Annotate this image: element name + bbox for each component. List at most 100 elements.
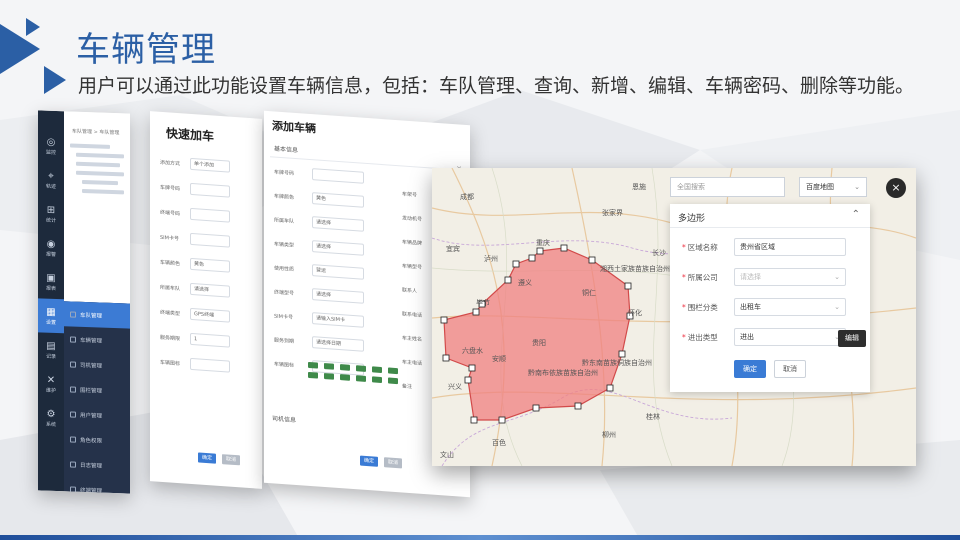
vertex-handle[interactable]	[472, 308, 480, 316]
sidebar-item[interactable]: ▣ 报表	[38, 264, 64, 299]
form-row: 服务期限 1	[160, 331, 230, 348]
polygon-form-row: * 围栏分类 出租车 ⌄	[682, 298, 846, 316]
target-icon: ◉	[46, 238, 56, 250]
car-icon[interactable]	[308, 361, 318, 369]
vertex-handle[interactable]	[532, 404, 540, 412]
field-label: * 所属公司	[682, 272, 718, 282]
menu-item[interactable]: 角色权限	[64, 426, 130, 453]
polygon-form-row: *进出类型 进出⌄	[682, 328, 846, 346]
field-input[interactable]: 请选择	[312, 288, 364, 304]
vertex-handle[interactable]	[574, 402, 582, 410]
map-type-select[interactable]: 百度地图 ⌄	[799, 177, 867, 197]
field-input[interactable]: 黄色	[312, 192, 364, 208]
map-place-label: 怀化	[628, 309, 642, 317]
vertex-handle[interactable]	[468, 364, 476, 372]
field-label: 所属车队	[160, 284, 181, 292]
geofence-map[interactable]: 成都 重庆 贵阳 长沙 张家界 铜仁 遵义 黔东南苗族侗族自治州 黔南布依族苗族自治州 湘西土家族…	[432, 168, 916, 466]
menu-item[interactable]: 终端管理	[64, 476, 130, 494]
document-icon: ▤	[46, 340, 56, 352]
field-input[interactable]: 请输入SIM卡	[312, 312, 364, 328]
form-row: 车辆类型 请选择	[274, 237, 364, 256]
vertex-handle[interactable]	[624, 282, 632, 290]
vertex-handle[interactable]	[618, 350, 626, 358]
field-label: 车牌颜色	[274, 192, 295, 201]
field-input[interactable]	[190, 232, 230, 248]
field-input[interactable]: 请选择	[190, 282, 230, 298]
sidebar-item-label: 报警	[45, 251, 56, 258]
field-select[interactable]: 进出⌄	[734, 328, 846, 346]
vertex-handle[interactable]	[498, 416, 506, 424]
field-input[interactable]	[190, 207, 230, 223]
route-icon: ⌖	[48, 170, 54, 182]
vertex-handle[interactable]	[606, 384, 614, 392]
menu-item[interactable]: 司机管理	[64, 351, 130, 378]
sidebar-item[interactable]: ◎ 监控	[38, 128, 64, 163]
vertex-handle[interactable]	[440, 316, 448, 324]
field-input[interactable]: 营运	[312, 264, 364, 280]
vertex-handle[interactable]	[464, 376, 472, 384]
field-input[interactable]: 黄色	[190, 257, 230, 273]
car-icon[interactable]	[308, 371, 318, 379]
confirm-button[interactable]: 确定	[734, 360, 766, 378]
menu-item[interactable]: 围栏管理	[64, 376, 130, 403]
close-icon[interactable]: ×	[886, 178, 906, 198]
map-search-input[interactable]: 全国搜索	[670, 177, 785, 197]
car-icon[interactable]	[372, 366, 382, 374]
form-row: 终端号码	[160, 206, 230, 223]
field-label: 终端类型	[160, 309, 181, 317]
field-input[interactable]: 请选择	[312, 216, 364, 232]
vertex-handle[interactable]	[470, 416, 478, 424]
vertex-handle[interactable]	[536, 247, 544, 255]
field-input[interactable]: 请选择日期	[312, 336, 364, 352]
field-input[interactable]	[312, 168, 364, 184]
field-input[interactable]: 请选择	[312, 240, 364, 256]
sidebar-item[interactable]: ▦ 设置	[38, 298, 64, 334]
sidebar-item[interactable]: ▤ 记录	[38, 332, 64, 367]
field-input[interactable]: GPS终端	[190, 307, 230, 323]
menu-item[interactable]: 车队管理	[64, 301, 130, 329]
cancel-button[interactable]: 取消	[222, 454, 240, 466]
field-input[interactable]	[190, 182, 230, 198]
sidebar-item[interactable]: ◉ 报警	[38, 230, 64, 265]
tree-item[interactable]	[70, 187, 124, 197]
vertex-handle[interactable]	[512, 260, 520, 268]
menu-item[interactable]: 用户管理	[64, 401, 130, 428]
chevron-down-icon: ⌄	[834, 303, 840, 311]
car-icon[interactable]	[388, 367, 398, 375]
vertex-handle[interactable]	[504, 276, 512, 284]
field-select[interactable]: 请选择 ⌄	[734, 268, 846, 286]
car-icon[interactable]	[356, 375, 366, 382]
field-input[interactable]: 贵州省区域	[734, 238, 846, 256]
car-icon[interactable]	[324, 372, 334, 380]
sidebar-item[interactable]: ⚙ 系统	[38, 400, 64, 435]
field-input[interactable]: 1	[190, 332, 230, 348]
cancel-button[interactable]: 取消	[384, 457, 402, 469]
vertex-handle[interactable]	[588, 256, 596, 264]
menu-item[interactable]: 车辆管理	[64, 326, 130, 353]
sidebar-item[interactable]: ⌖ 轨迹	[38, 162, 64, 197]
car-icon[interactable]	[324, 362, 334, 370]
field-input[interactable]: 单个添加	[190, 157, 230, 173]
car-icon[interactable]	[388, 377, 398, 385]
network-icon: ⊞	[46, 204, 56, 216]
vertex-handle[interactable]	[442, 354, 450, 362]
cancel-button[interactable]: 取消	[774, 360, 806, 378]
polygon-panel-header[interactable]: 多边形 ⌃	[670, 204, 870, 228]
car-icon[interactable]	[340, 364, 350, 371]
field-label: 车牌号码	[274, 168, 295, 177]
vertex-handle[interactable]	[528, 254, 536, 262]
field-select[interactable]: 出租车 ⌄	[734, 298, 846, 316]
car-icon[interactable]	[372, 376, 382, 384]
confirm-button[interactable]: 确定	[360, 455, 378, 467]
chevron-up-icon[interactable]: ⌃	[852, 209, 860, 220]
polygon-panel-title: 多边形	[678, 214, 706, 224]
confirm-button[interactable]: 确定	[198, 452, 216, 464]
vertex-handle[interactable]	[560, 244, 568, 252]
menu-item[interactable]: 日志管理	[64, 451, 130, 478]
field-label: 车辆颜色	[160, 259, 181, 267]
car-icon[interactable]	[356, 365, 366, 372]
car-icon[interactable]	[340, 374, 350, 381]
field-input[interactable]	[190, 357, 230, 373]
sidebar-item[interactable]: ✕ 维护	[38, 366, 64, 401]
sidebar-item[interactable]: ⊞ 统计	[38, 196, 64, 231]
